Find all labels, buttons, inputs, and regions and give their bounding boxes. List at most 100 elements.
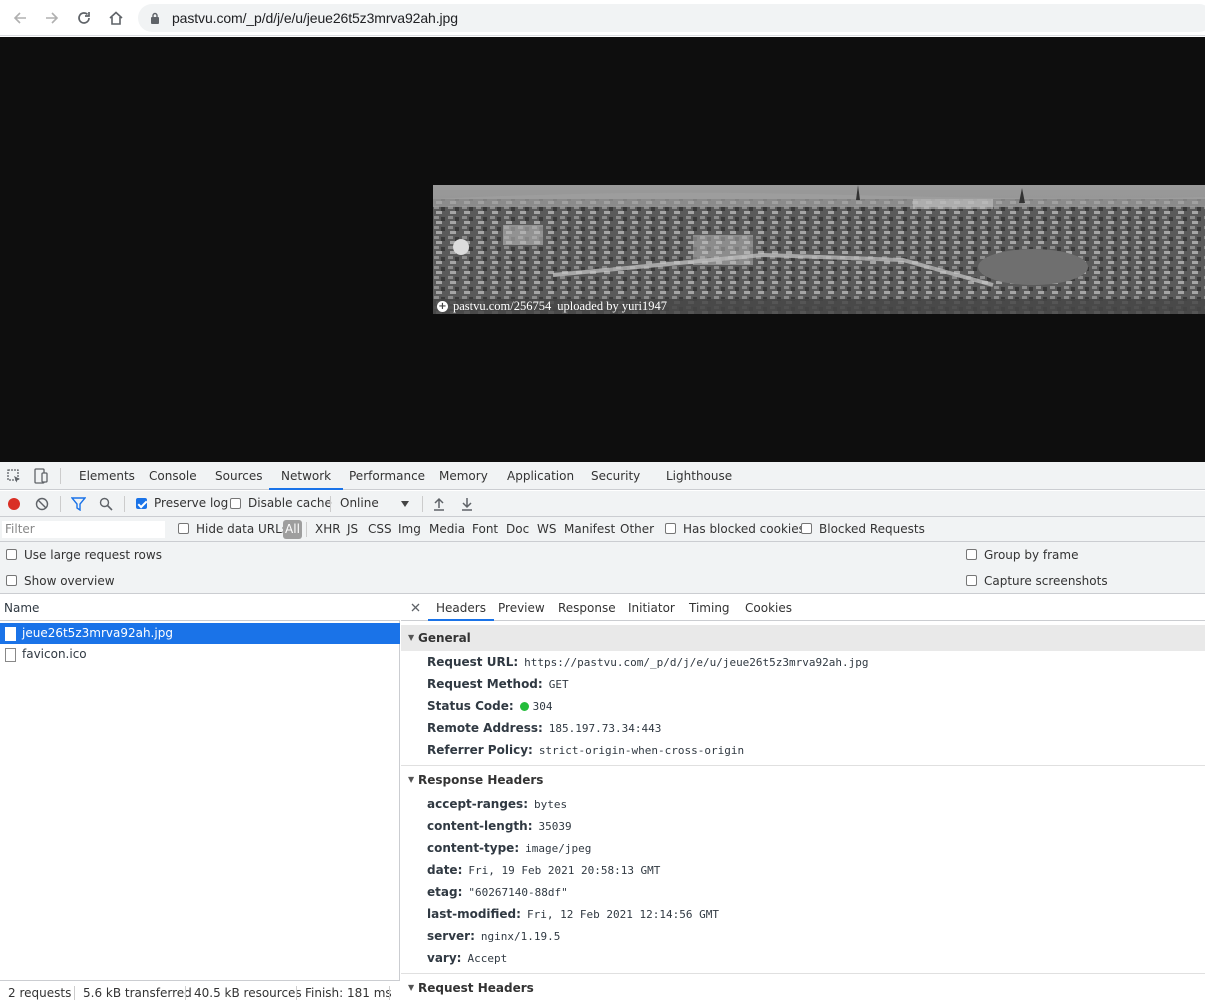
devtools-tabbar: Elements Console Sources Network Perform… — [0, 462, 1205, 490]
reload-icon — [78, 12, 90, 24]
column-header-name[interactable]: Name — [0, 595, 400, 621]
caption-site-link[interactable]: pastvu.com/256754 — [453, 299, 551, 314]
filter-type-doc[interactable]: Doc — [506, 522, 529, 536]
show-overview-checkbox[interactable] — [6, 575, 17, 586]
home-button[interactable] — [104, 6, 128, 30]
request-name: favicon.ico — [22, 647, 87, 661]
address-bar[interactable]: pastvu.com/_p/d/j/e/u/jeue26t5z3mrva92ah… — [138, 4, 1205, 32]
tab-application[interactable]: Application — [507, 462, 574, 490]
filter-type-ws[interactable]: WS — [537, 522, 556, 536]
request-row[interactable]: jeue26t5z3mrva92ah.jpg — [0, 623, 400, 644]
capture-screenshots-checkbox[interactable] — [966, 575, 977, 586]
reload-button[interactable] — [72, 6, 96, 30]
large-rows-checkbox[interactable] — [6, 549, 17, 560]
back-button[interactable] — [8, 6, 32, 30]
throttling-select[interactable]: Online — [340, 496, 379, 510]
clear-icon[interactable] — [35, 497, 49, 511]
search-icon[interactable] — [99, 497, 113, 511]
filter-type-media[interactable]: Media — [429, 522, 465, 536]
tab-memory[interactable]: Memory — [439, 462, 488, 490]
filter-type-js[interactable]: JS — [347, 522, 358, 536]
chevron-down-icon — [401, 501, 409, 507]
photo-caption: + pastvu.com/256754 uploaded by yuri1947 — [433, 299, 1205, 314]
header-row: accept-ranges: bytes — [427, 793, 567, 815]
group-by-frame-checkbox[interactable] — [966, 549, 977, 560]
header-value: Fri, 12 Feb 2021 12:14:56 GMT — [526, 908, 720, 921]
divider — [401, 973, 1205, 974]
section-response-title: Response Headers — [418, 773, 544, 787]
header-key: last-modified: — [427, 907, 521, 921]
header-row: etag: "60267140-88df" — [427, 881, 568, 903]
divider — [124, 496, 125, 512]
summary-resources: 40.5 kB resources — [194, 986, 302, 1000]
section-response-headers[interactable]: ▼ Response Headers — [401, 767, 1205, 793]
divider — [296, 986, 297, 1000]
tab-network[interactable]: Network — [269, 462, 344, 490]
divider — [330, 496, 331, 512]
group-by-frame-label: Group by frame — [984, 548, 1079, 562]
header-key: date: — [427, 863, 463, 877]
filter-type-other[interactable]: Other — [620, 522, 654, 536]
tab-lighthouse[interactable]: Lighthouse — [666, 462, 732, 490]
header-key: Request Method: — [427, 677, 543, 691]
expand-triangle-icon: ▼ — [408, 775, 415, 784]
header-value: GET — [548, 678, 569, 691]
network-settings: Use large request rows Show overview Gro… — [0, 542, 1205, 594]
tab-console[interactable]: Console — [149, 462, 197, 490]
hide-data-urls-checkbox[interactable] — [178, 523, 189, 534]
section-general[interactable]: ▼ General — [401, 625, 1205, 651]
header-value: "60267140-88df" — [468, 886, 568, 899]
tab-response[interactable]: Response — [558, 595, 616, 621]
info-icon: + — [437, 301, 448, 312]
filter-type-css[interactable]: CSS — [368, 522, 392, 536]
tab-headers[interactable]: Headers — [428, 595, 494, 621]
disable-cache-checkbox[interactable] — [230, 498, 241, 509]
network-summary: 2 requests 5.6 kB transferred 40.5 kB re… — [0, 980, 400, 1005]
tab-initiator[interactable]: Initiator — [628, 595, 675, 621]
device-toolbar-icon[interactable] — [33, 468, 49, 484]
blocked-requests-checkbox[interactable] — [801, 523, 812, 534]
header-key: Remote Address: — [427, 721, 543, 735]
close-icon[interactable] — [411, 603, 420, 612]
panorama-photo[interactable]: + pastvu.com/256754 uploaded by yuri1947 — [433, 185, 1205, 314]
header-row: date: Fri, 19 Feb 2021 20:58:13 GMT — [427, 859, 660, 881]
tab-security[interactable]: Security — [591, 462, 640, 490]
tab-sources[interactable]: Sources — [215, 462, 262, 490]
record-icon[interactable] — [7, 497, 21, 511]
show-overview-label: Show overview — [24, 574, 115, 588]
tab-preview[interactable]: Preview — [498, 595, 545, 621]
filter-type-all[interactable]: All — [283, 520, 302, 539]
export-har-icon[interactable] — [461, 497, 473, 511]
filter-type-font[interactable]: Font — [472, 522, 498, 536]
filter-type-xhr[interactable]: XHR — [315, 522, 341, 536]
filter-icon[interactable] — [71, 497, 86, 511]
tab-timing[interactable]: Timing — [689, 595, 730, 621]
status-ok-icon — [519, 702, 529, 711]
header-value: nginx/1.19.5 — [480, 930, 561, 943]
section-request-headers[interactable]: ▼ Request Headers — [401, 975, 1205, 1001]
forward-button[interactable] — [40, 6, 64, 30]
preserve-log-label: Preserve log — [154, 496, 229, 510]
summary-requests: 2 requests — [8, 986, 72, 1000]
header-row: Request Method: GET — [427, 673, 569, 695]
blocked-requests-label: Blocked Requests — [819, 522, 925, 536]
filter-type-img[interactable]: Img — [398, 522, 421, 536]
import-har-icon[interactable] — [433, 497, 445, 511]
inspect-element-icon[interactable] — [7, 469, 22, 484]
address-url[interactable]: pastvu.com/_p/d/j/e/u/jeue26t5z3mrva92ah… — [172, 10, 458, 26]
request-row[interactable]: favicon.ico — [0, 644, 400, 665]
file-icon — [5, 627, 16, 641]
filter-input[interactable]: Filter — [2, 521, 165, 538]
filter-type-manifest[interactable]: Manifest — [564, 522, 615, 536]
header-key: content-type: — [427, 841, 520, 855]
file-icon — [5, 648, 16, 662]
filter-placeholder: Filter — [5, 522, 35, 536]
request-list: Name jeue26t5z3mrva92ah.jpg favicon.ico … — [0, 595, 400, 1005]
tab-cookies[interactable]: Cookies — [745, 595, 792, 621]
summary-transferred: 5.6 kB transferred — [83, 986, 192, 1000]
has-blocked-cookies-checkbox[interactable] — [665, 523, 676, 534]
header-value: 185.197.73.34:443 — [548, 722, 662, 735]
tab-elements[interactable]: Elements — [79, 462, 135, 490]
tab-performance[interactable]: Performance — [349, 462, 425, 490]
preserve-log-checkbox[interactable] — [136, 498, 147, 509]
